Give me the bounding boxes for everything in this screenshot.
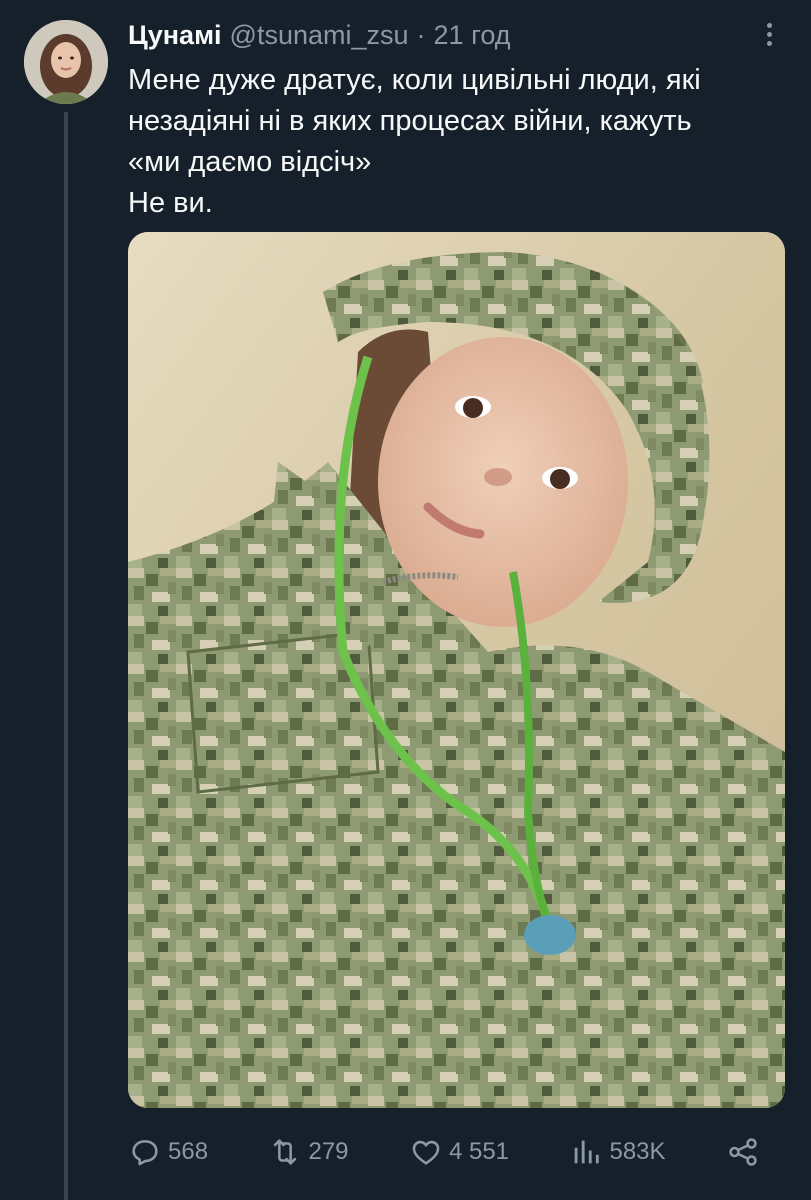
- like-count: 4 551: [448, 1138, 510, 1165]
- author-name[interactable]: Цунамі: [128, 20, 222, 51]
- tweet-text: Мене дуже дратує, коли цивільні люди, як…: [128, 60, 788, 224]
- retweet-count: 279: [308, 1138, 349, 1165]
- tweet-photo[interactable]: [128, 232, 785, 1108]
- avatar[interactable]: [24, 20, 108, 104]
- reply-count: 568: [168, 1138, 209, 1165]
- thread-line: [64, 112, 68, 1200]
- share-icon: [729, 1138, 757, 1166]
- tweet-text-line: незадіяні ні в яких процесах війни, кажу…: [128, 105, 692, 137]
- more-vertical-icon[interactable]: [754, 18, 784, 50]
- share-button[interactable]: [726, 1135, 760, 1169]
- views-button[interactable]: 583K: [569, 1135, 666, 1169]
- like-button[interactable]: 4 551: [409, 1135, 509, 1169]
- tweet-text-line: Не ви.: [128, 187, 213, 219]
- separator: ·: [416, 20, 426, 50]
- heart-icon: [412, 1140, 440, 1165]
- action-bar: 568 279 4 551 583K: [128, 1128, 760, 1176]
- tweet-text-line: Мене дуже дратує, коли цивільні люди, як…: [128, 64, 701, 96]
- avatar-image: [24, 20, 108, 104]
- reply-button[interactable]: 568: [128, 1135, 208, 1169]
- reply-icon: [132, 1140, 158, 1166]
- timestamp[interactable]: 21 год: [434, 20, 511, 51]
- tweet-text-line: «ми даємо відсіч»: [128, 146, 372, 178]
- photo-image: [128, 232, 785, 1108]
- view-count: 583K: [609, 1138, 666, 1165]
- tweet: Цунамі @tsunami_zsu · 21 год Мене дуже д…: [0, 0, 811, 1200]
- retweet-button[interactable]: 279: [268, 1135, 349, 1169]
- author-handle[interactable]: @tsunami_zsu: [230, 20, 409, 51]
- tweet-header: Цунамі @tsunami_zsu · 21 год: [128, 20, 511, 51]
- views-icon: [575, 1140, 600, 1164]
- retweet-icon: [274, 1139, 297, 1165]
